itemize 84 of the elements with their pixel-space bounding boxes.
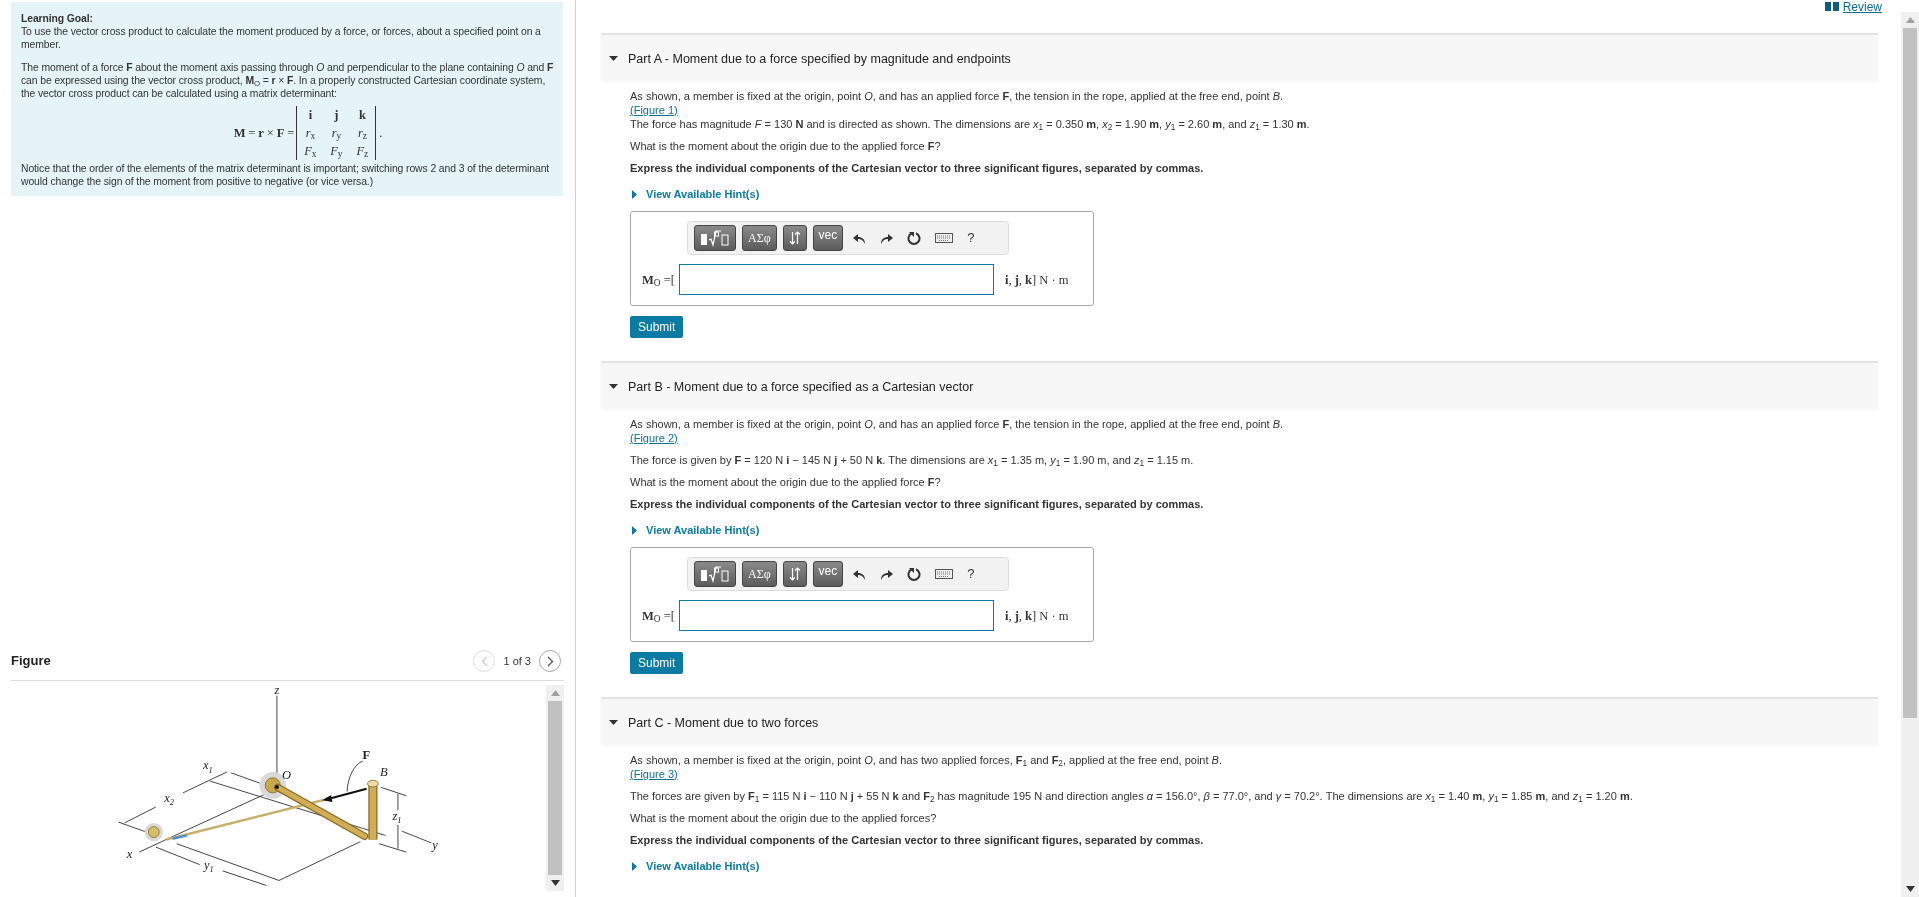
vector-button[interactable]: vec [812,561,844,587]
greek-symbols-button[interactable]: ΑΣφ [742,225,777,251]
help-button[interactable]: ? [963,561,979,587]
figure-link[interactable]: (Figure 3) [630,768,678,780]
page-counter: 1 of 3 [503,654,531,668]
undo-icon [853,232,867,244]
caret-icon [630,861,639,871]
problem-text: The force has magnitude F = 130 N and is directed as shown. The dimensions are x$_{1}$ = 0.350 m, x$_{2}$ = 1.90 m, y$_{1}$ = 2.60 m, and z$_{1}$ = 1.30 m. [630,117,1311,131]
book-icon [1824,2,1839,11]
equation-text: M = r × F = [233,126,295,140]
answer-field[interactable] [678,264,994,295]
axis-label: z [273,682,279,696]
dimension-label: x$_{2}$ [163,790,174,807]
equation-text: . [379,126,383,140]
instruction-text: Express the individual components of the Cartesian vector to three significant figures, separated by commas. [630,161,1205,175]
chevron-right-icon [546,655,554,667]
figure-link[interactable]: (Figure 2) [630,432,678,444]
up-down-arrows-icon [788,231,801,245]
template-icon [700,565,730,583]
templates-button[interactable] [694,561,736,587]
undo-icon [853,568,867,580]
scroll-down-icon[interactable] [1905,886,1915,892]
learning-goal-text: To use the vector cross product to calculate the moment produced by a force, or forces, about a specified point on a member. [21,25,542,51]
chevron-left-icon [480,655,488,667]
learning-goal-text: Notice that the order of the elements of the matrix determinant is important; switching rows 2 and 3 of the determinant would change the sign of the moment from positive to negative (or vice versa.) [21,162,551,188]
keyboard-icon [935,233,954,243]
answer-label: M$_{O}$ =[ [642,272,675,287]
part-header[interactable]: Part A - Moment due to a force specified by magnitude and endpoints [601,33,1878,82]
greek-symbols-button[interactable]: ΑΣφ [742,561,777,587]
page-scrollbar[interactable] [1901,12,1919,897]
scroll-down-icon[interactable] [550,880,560,886]
instruction-text: Express the individual components of the Cartesian vector to three significant figures, separated by commas. [630,833,1205,847]
answer-label: M$_{O}$ =[ [642,608,675,623]
units-label: i, j, k] N · m [1004,272,1069,287]
question-text: What is the moment about the origin due to the applied force F? [630,139,942,153]
hint-toggle[interactable]: View Available Hint(s) [630,187,760,201]
question-text: What is the moment about the origin due to the applied force F? [630,475,942,489]
hint-toggle[interactable]: View Available Hint(s) [630,523,760,537]
redo-icon [880,232,894,244]
determinant-matrix: i j k r$_{x}$ r$_{y}$ r$_{z}$ F$_{x}$ F$_{y}$ F$_{z}$ [296,106,377,160]
review-link[interactable]: Review [1824,1,1882,12]
arrows-button[interactable] [782,225,807,251]
part-header[interactable]: Part B - Moment due to a force specified as a Cartesian vector [601,361,1878,410]
vector-button[interactable]: vec [812,225,844,251]
reset-icon [907,231,922,245]
redo-icon [880,568,894,580]
instruction-text: Express the individual components of the Cartesian vector to three significant figures, separated by commas. [630,497,1205,511]
dimension-label: y$_{1}$ [203,857,214,874]
arrows-button[interactable] [782,561,807,587]
problem-text: As shown, a member is fixed at the origin, point O, and has an applied force F, the tension in the rope, applied at the free end, point B. [630,89,1285,103]
axis-label: x [126,846,132,861]
caret-icon [609,382,618,391]
dimension-label: z$_{1}$ [392,808,402,825]
up-down-arrows-icon [788,567,801,581]
caret-icon [609,718,618,727]
submit-button[interactable]: Submit [630,652,684,674]
answer-field[interactable] [678,600,994,631]
submit-button[interactable]: Submit [630,316,684,338]
templates-button[interactable] [694,225,736,251]
problem-text: As shown, a member is fixed at the origin, point O, and has an applied force F, the tension in the rope, applied at the free end, point B. [630,417,1285,431]
force-label: F [361,747,370,762]
question-text: What is the moment about the origin due to the applied forces? [630,811,938,825]
problem-text: The force is given by F = 120 N i − 145 N j + 50 N k. The dimensions are x$_{1}$ = 1.35 m, y$_{1}$ = 1.90 m, and z$_{1}$ = 1.15 m. [630,453,1195,467]
caret-icon [630,189,639,199]
help-button[interactable]: ? [963,225,979,251]
figure-link[interactable]: (Figure 1) [630,104,678,116]
axis-label: y [431,837,438,852]
caret-icon [630,525,639,535]
hint-toggle[interactable]: View Available Hint(s) [630,859,760,873]
point-label: O [281,768,291,782]
point-label: B [379,764,388,779]
problem-text: The forces are given by F$_{1}$ = 115 N i − 110 N j + 55 N k and F$_{2}$ has magnitude 195 N and direction angles α = 156.0°, β = 77.0°, and γ = 70.2°. The dimensions are x$_{1}$ = 1.40 m, y$_{1}$ = 1.85 m, and z$_{1}$ = 1.20 m. [630,789,1634,803]
figure-scrollbar[interactable] [546,685,564,891]
figure-title: Figure [11,654,51,668]
part-header[interactable]: Part C - Moment due to two forces [601,697,1878,746]
reset-icon [907,567,922,581]
keyboard-icon [935,569,954,579]
template-icon [700,229,730,247]
learning-goal-heading: Learning Goal: [21,12,94,25]
caret-icon [609,54,618,63]
dimension-label: x$_{1}$ [202,757,213,775]
learning-goal-text: The moment of a force F about the moment axis passing through O and perpendicular to the plane containing O and F can be expressed using the vector cross product, M$_{O}$ = r × F. In a properly constructed Cartesian coordinate system, the vector cross product can be calculated using a matrix determinant: [21,61,555,100]
units-label: i, j, k] N · m [1004,608,1069,623]
problem-text: As shown, a member is fixed at the origin, point O, and has two applied forces, F$_{1}$ and F$_{2}$, applied at the free end, point B. [630,753,1223,767]
